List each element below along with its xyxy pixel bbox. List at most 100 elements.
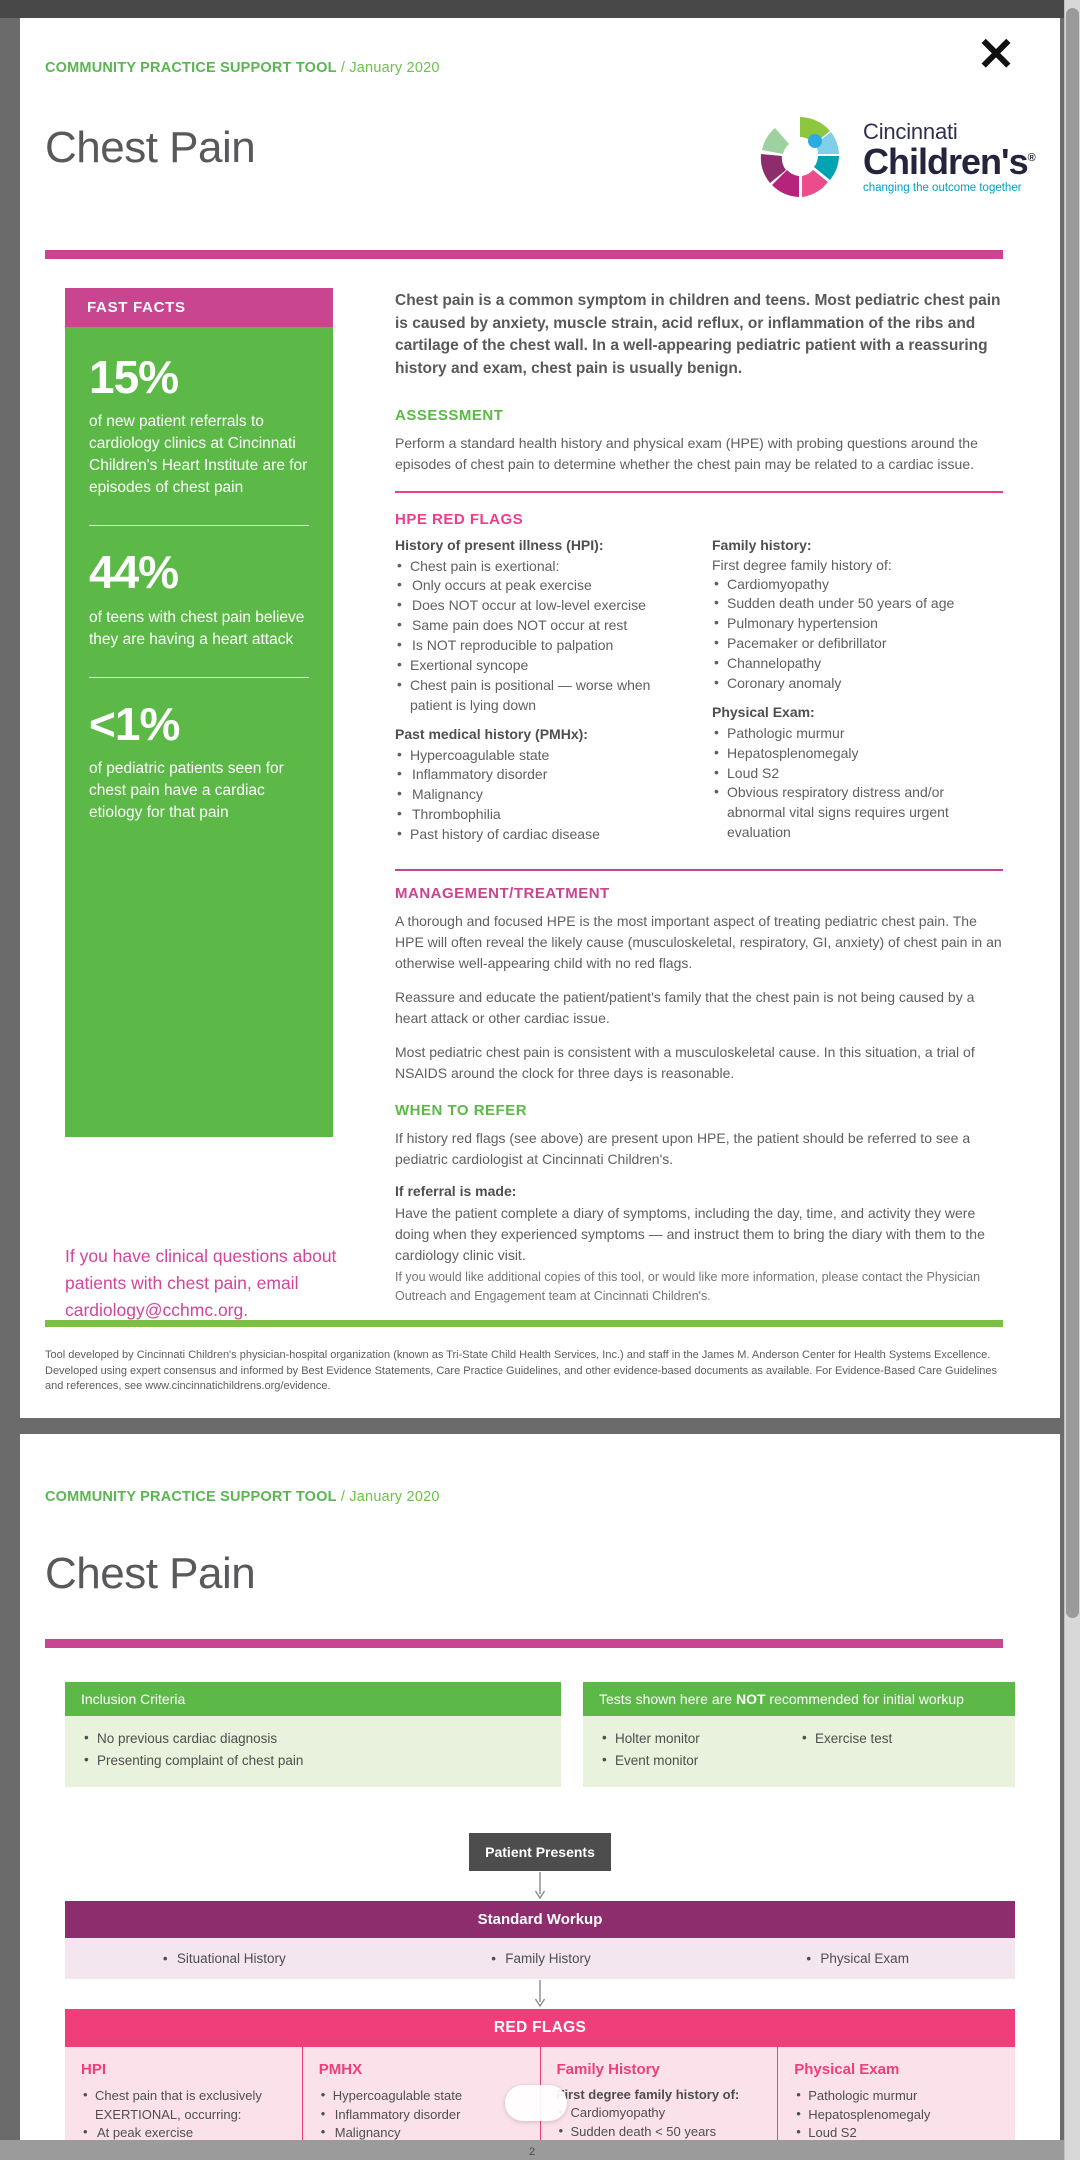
- list-item: Inflammatory disorder: [395, 764, 686, 785]
- physical-exam-title: Physical Exam:: [712, 703, 815, 720]
- scrollbar-thumb[interactable]: [1066, 8, 1079, 1618]
- hpi-title: History of present illness (HPI):: [395, 536, 604, 553]
- list-item: Exertional syncope: [395, 655, 686, 676]
- if-referral-heading: If referral is made:: [395, 1182, 517, 1199]
- list-item: Chest pain is exertional:: [395, 556, 686, 577]
- fast-fact-number: <1%: [89, 697, 180, 750]
- physical-exam-list: Pathologic murmur Hepatosplenomegaly Lou…: [712, 723, 1003, 843]
- not-recommended-panel: Tests shown here are NOT recommended for…: [583, 1682, 1015, 1788]
- page2-kicker-bold: COMMUNITY PRACTICE SUPPORT TOOL: [45, 1489, 337, 1505]
- fast-fact-text: of teens with chest pain believe they ar…: [89, 608, 305, 648]
- fast-fact-text: of pediatric patients seen for chest pai…: [89, 759, 284, 821]
- list-item: Is NOT reproducible to palpation: [395, 635, 686, 656]
- list-item: Chest pain is positional — worse when pa…: [395, 675, 686, 716]
- list-item: Pacemaker or defibrillator: [712, 633, 1003, 654]
- footer-rule: [45, 1320, 1003, 1327]
- close-icon[interactable]: ✕: [972, 30, 1020, 78]
- nr-post: recommended for initial workup: [765, 1691, 964, 1707]
- not-recommended-list-2: Exercise test: [799, 1727, 999, 1750]
- page1-title-rule: [45, 250, 1003, 259]
- not-recommended-col-1: Holter monitor Event monitor: [599, 1727, 799, 1771]
- logo-mark-icon: [760, 117, 839, 197]
- workup-item: Physical Exam: [698, 1951, 1015, 1966]
- arrow-down-icon: [534, 1980, 546, 2008]
- management-heading: MANAGEMENT/TREATMENT: [395, 884, 610, 902]
- hpe-red-flags-heading: HPE RED FLAGS: [395, 510, 524, 528]
- list-item: Same pain does NOT occur at rest: [395, 615, 686, 636]
- column-title: PMHX: [318, 2061, 363, 2079]
- fast-fact-divider: [89, 676, 309, 678]
- list-item: Only occurs at peak exercise: [395, 575, 686, 596]
- page2-kicker-date: / January 2020: [336, 1489, 440, 1505]
- list-item: Malignancy: [395, 784, 686, 805]
- red-flags-header: RED FLAGS: [65, 2009, 1015, 2048]
- nr-bold: NOT: [735, 1691, 766, 1707]
- inclusion-criteria-body: No previous cardiac diagnosis Presenting…: [65, 1716, 561, 1788]
- flow-arrow-1: [65, 1871, 1015, 1901]
- logo-wordmark: Cincinnati Children's® changing the outc…: [863, 119, 1036, 194]
- list-item: Hepatosplenomegaly: [712, 743, 1003, 764]
- hpe-right-column: Family history: First degree family hist…: [712, 537, 1003, 851]
- when-to-refer-p1: If history red flags (see above) are pre…: [395, 1129, 971, 1167]
- fast-fact-number: 15%: [89, 351, 179, 403]
- flow-arrow-2: [65, 1979, 1015, 2009]
- fast-fact-divider: [89, 525, 309, 527]
- page1-title: Chest Pain: [45, 123, 256, 172]
- list-item: Inflammatory disorder: [319, 2105, 526, 2124]
- page1-kicker-bold: COMMUNITY PRACTICE SUPPORT TOOL: [45, 60, 337, 76]
- not-recommended-header: Tests shown here are NOT recommended for…: [583, 1682, 1015, 1716]
- fast-facts-body: 15% of new patient referrals to cardiolo…: [65, 327, 333, 1137]
- workup-item: Situational History: [65, 1951, 382, 1966]
- document-page-1: ✕ COMMUNITY PRACTICE SUPPORT TOOL / Janu…: [20, 18, 1060, 1418]
- management-p2: Reassure and educate the patient/patient…: [395, 988, 975, 1026]
- list-item: Chest pain that is exclusively EXERTIONA…: [81, 2086, 288, 2124]
- family-history-list: Cardiomyopathy Sudden death under 50 yea…: [712, 574, 1003, 694]
- list-item: Does NOT occur at low-level exercise: [395, 595, 686, 616]
- fast-facts-panel: FAST FACTS 15% of new patient referrals …: [65, 288, 333, 1137]
- list-item: Sudden death under 50 years of age: [712, 593, 1003, 614]
- nr-pre: Tests shown here are: [599, 1691, 736, 1707]
- workup-label: Family History: [489, 1951, 591, 1966]
- page2-title-rule: [45, 1639, 1003, 1648]
- hpi-list: Chest pain is exertional: Only occurs at…: [395, 556, 686, 716]
- vertical-scrollbar[interactable]: [1064, 0, 1080, 2160]
- assessment-body: Perform a standard health history and ph…: [395, 434, 978, 472]
- column-subtitle: First degree family history of:: [556, 2087, 740, 2103]
- list-item: Exercise test: [799, 1727, 999, 1750]
- not-recommended-col-2: Exercise test: [799, 1727, 999, 1771]
- page2-title: Chest Pain: [45, 1549, 256, 1598]
- inclusion-col: No previous cardiac diagnosis Presenting…: [81, 1727, 545, 1771]
- column-title: Physical Exam: [794, 2061, 900, 2079]
- intro-paragraph: Chest pain is a common symptom in childr…: [395, 292, 1001, 377]
- arrow-down-icon: [534, 1872, 546, 1900]
- list-item: No previous cardiac diagnosis: [81, 1727, 545, 1750]
- list-item: Hepatosplenomegaly: [794, 2105, 1001, 2124]
- logo-line-2: Children's®: [863, 144, 1036, 180]
- list-item: Holter monitor: [599, 1727, 799, 1750]
- fast-fact-item: 15% of new patient referrals to cardiolo…: [89, 353, 309, 499]
- logo-line-2-text: Children's: [863, 141, 1029, 182]
- fast-fact-text: of new patient referrals to cardiology c…: [89, 413, 308, 497]
- list-item: Cardiomyopathy: [557, 2103, 764, 2122]
- browser-viewport: ✕ COMMUNITY PRACTICE SUPPORT TOOL / Janu…: [0, 0, 1080, 2160]
- hpe-red-flags-columns: History of present illness (HPI): Chest …: [395, 537, 1003, 851]
- list-item: Pulmonary hypertension: [712, 613, 1003, 634]
- standard-workup-block: Standard Workup Situational History Fami…: [65, 1901, 1015, 1980]
- list-item: Cardiomyopathy: [712, 574, 1003, 595]
- section-divider: [395, 490, 1003, 493]
- inclusion-list: No previous cardiac diagnosis Presenting…: [81, 1727, 545, 1771]
- list-item: Hypercoagulable state: [395, 745, 686, 766]
- column-title: HPI: [81, 2061, 107, 2079]
- workup-label: Situational History: [161, 1951, 286, 1966]
- top-chrome-bar: [0, 0, 1080, 18]
- logo-registered-mark: ®: [1027, 152, 1036, 164]
- floating-control-pill[interactable]: [505, 2085, 567, 2121]
- outro-paragraph: If you would like additional copies of t…: [395, 1270, 981, 1303]
- pmhx-title: Past medical history (PMHx):: [395, 725, 588, 742]
- page-number-indicator: 2: [528, 2146, 536, 2158]
- family-history-subtitle: First degree family history of:: [712, 556, 892, 573]
- list-item: Pathologic murmur: [712, 723, 1003, 744]
- standard-workup-header: Standard Workup: [65, 1901, 1015, 1939]
- standard-workup-body: Situational History Family History Physi…: [65, 1938, 1015, 1980]
- management-p1: A thorough and focused HPE is the most i…: [395, 912, 1002, 971]
